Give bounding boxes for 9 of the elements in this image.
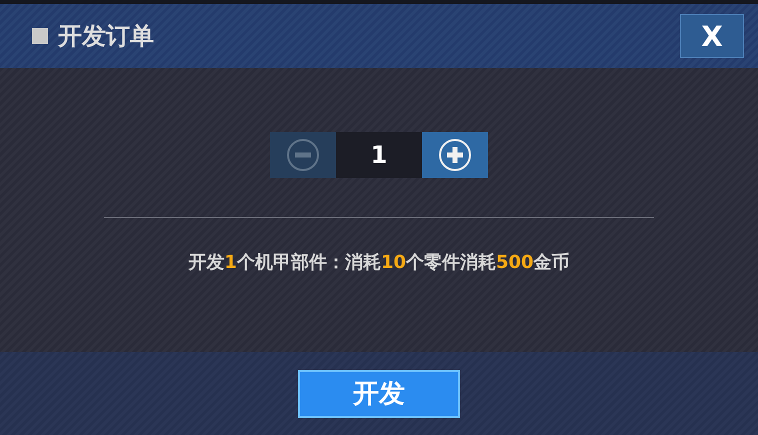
cost-message: 开发1个机甲部件：消耗10个零件消耗500金币 <box>188 251 570 274</box>
plus-button[interactable] <box>422 132 488 178</box>
dialog-title: 开发订单 <box>58 21 155 52</box>
square-icon <box>32 28 48 44</box>
plus-icon <box>438 138 472 172</box>
develop-button[interactable]: 开发 <box>298 370 460 418</box>
close-button[interactable]: X <box>680 14 744 58</box>
minus-icon <box>286 138 320 172</box>
quantity-field[interactable]: 1 <box>336 132 422 178</box>
